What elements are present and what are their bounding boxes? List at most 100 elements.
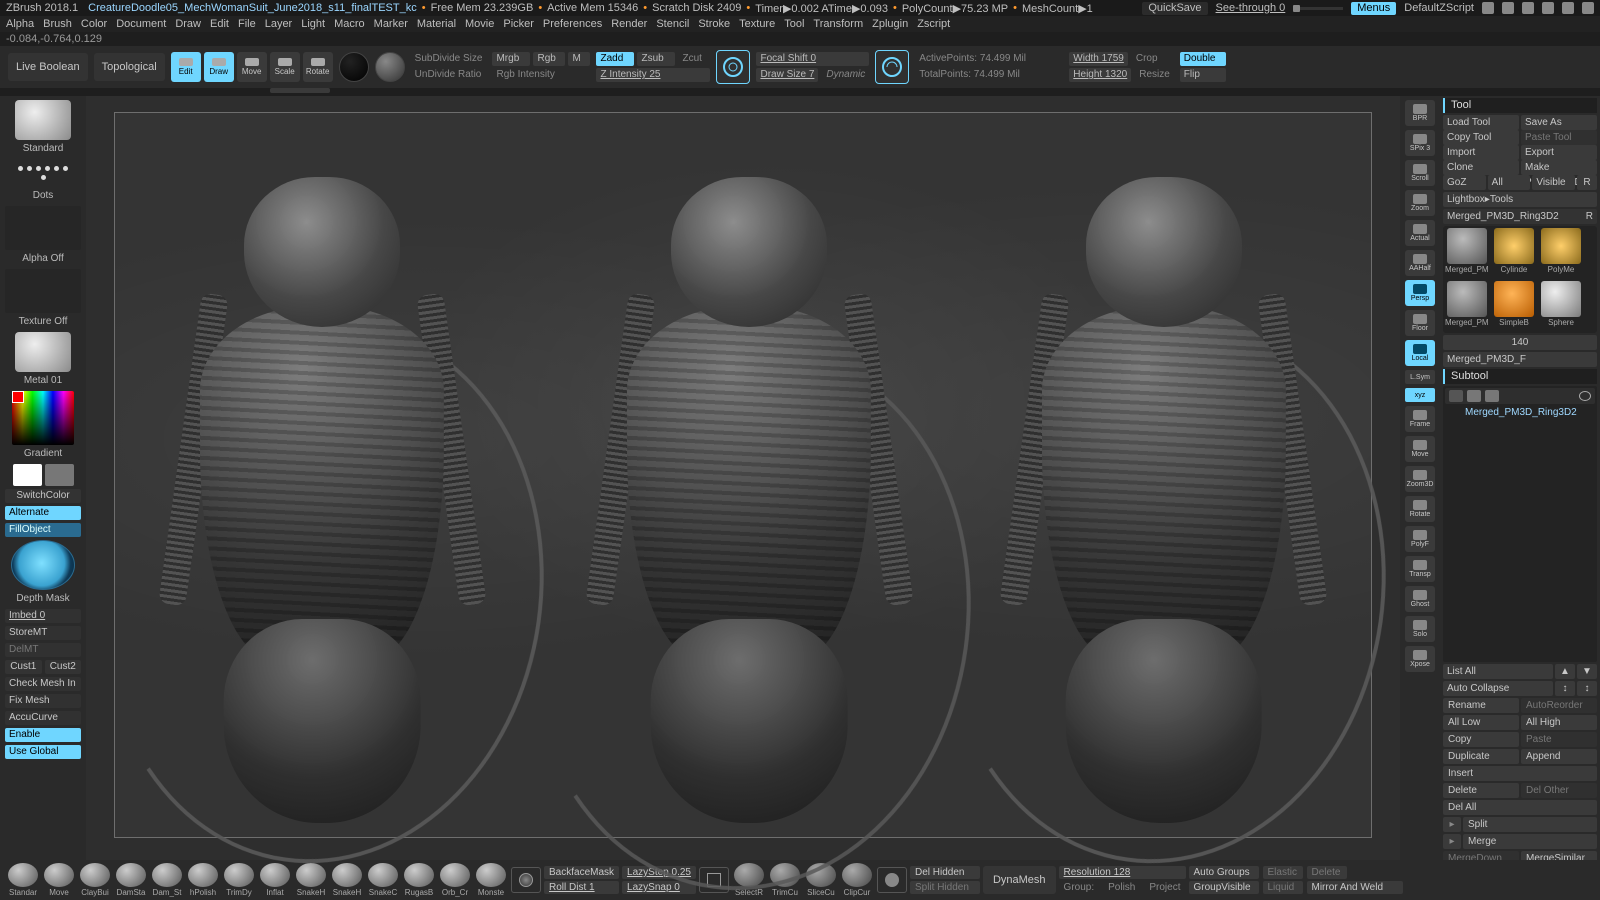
append-button[interactable]: Append <box>1521 749 1597 764</box>
menu-picker[interactable]: Picker <box>503 18 534 30</box>
subtool-mode-icon[interactable] <box>1467 390 1481 402</box>
duplicate-button[interactable]: Duplicate <box>1443 749 1519 764</box>
move-button[interactable]: Move <box>237 52 267 82</box>
menu-layer[interactable]: Layer <box>265 18 293 30</box>
rolldist-slider[interactable]: Roll Dist 1 <box>544 881 619 894</box>
menu-preferences[interactable]: Preferences <box>543 18 602 30</box>
texture-thumb[interactable] <box>5 269 81 313</box>
focal-shift[interactable]: Focal Shift 0 <box>756 52 869 66</box>
rshelf-zoom[interactable]: Zoom <box>1405 190 1435 216</box>
mirror-weld-button[interactable]: Mirror And Weld <box>1307 881 1403 894</box>
copy-button[interactable]: Copy <box>1443 732 1519 747</box>
fixmesh-button[interactable]: Fix Mesh <box>5 694 81 708</box>
rshelf-ghost[interactable]: Ghost <box>1405 586 1435 612</box>
palette-item[interactable]: Merged_PM3D. <box>1445 228 1489 278</box>
menu-alpha[interactable]: Alpha <box>6 18 34 30</box>
liquid-button[interactable]: Liquid <box>1263 881 1303 894</box>
autoreorder-button[interactable]: AutoReorder <box>1521 698 1597 713</box>
enable-button[interactable]: Enable <box>5 728 81 742</box>
alternate-button[interactable]: Alternate <box>5 506 81 520</box>
accucurve-button[interactable]: AccuCurve <box>5 711 81 725</box>
mrgb-button[interactable]: Mrgb <box>492 52 530 66</box>
brush-standar[interactable]: Standar <box>6 863 40 897</box>
dynamesh-gyro-icon[interactable] <box>875 50 909 84</box>
resize-button[interactable]: Resize <box>1135 68 1174 82</box>
canvas-width[interactable]: Width 1759 <box>1069 52 1128 66</box>
insert-button[interactable]: Insert <box>1443 766 1597 781</box>
useglobal-button[interactable]: Use Global <box>5 745 81 759</box>
listall-button[interactable]: List All <box>1443 664 1553 679</box>
rshelf-persp[interactable]: Persp <box>1405 280 1435 306</box>
copy-tool-button[interactable]: Copy Tool <box>1443 130 1519 145</box>
menu-file[interactable]: File <box>238 18 256 30</box>
split-section[interactable]: Split <box>1463 817 1597 832</box>
rshelf-xpose[interactable]: Xpose <box>1405 646 1435 672</box>
rshelf-lsym[interactable]: L.Sym <box>1405 370 1435 384</box>
shelf-scrollbar[interactable] <box>0 88 1600 96</box>
import-button[interactable]: Import <box>1443 145 1519 160</box>
dynamesh-button[interactable]: DynaMesh <box>983 866 1056 894</box>
rshelf-local[interactable]: Local <box>1405 340 1435 366</box>
rshelf-rotate[interactable]: Rotate <box>1405 496 1435 522</box>
expand-icon[interactable] <box>1443 834 1461 849</box>
menu-transform[interactable]: Transform <box>813 18 863 30</box>
depthmask-preview[interactable] <box>11 540 75 590</box>
current-tool-name[interactable]: Merged_PM3D_Ring3D2R <box>1443 209 1597 224</box>
material-preview-icon[interactable] <box>375 52 405 82</box>
visibility-eye-icon[interactable] <box>1579 391 1591 401</box>
brush-snakec[interactable]: SnakeC <box>366 863 400 897</box>
r-button[interactable]: R <box>1577 175 1597 190</box>
brush-move[interactable]: Move <box>42 863 76 897</box>
menu-draw[interactable]: Draw <box>175 18 201 30</box>
maximize-icon[interactable] <box>1562 2 1574 14</box>
close-icon[interactable] <box>1582 2 1594 14</box>
brush-snakeh[interactable]: SnakeH <box>330 863 364 897</box>
color-picker[interactable] <box>12 391 74 445</box>
menu-color[interactable]: Color <box>81 18 107 30</box>
draw-size[interactable]: Draw Size 7 <box>756 68 818 82</box>
checkmesh-button[interactable]: Check Mesh In <box>5 677 81 691</box>
menu-light[interactable]: Light <box>301 18 325 30</box>
polish-button[interactable]: Polish <box>1103 881 1140 894</box>
z-intensity[interactable]: Z Intensity 25 <box>596 68 710 82</box>
save-as-button[interactable]: Save As <box>1521 115 1597 130</box>
rshelf-solo[interactable]: Solo <box>1405 616 1435 642</box>
splithidden-button[interactable]: Split Hidden <box>910 881 980 894</box>
brush-inflat[interactable]: Inflat <box>258 863 292 897</box>
brush-hpolish[interactable]: hPolish <box>186 863 220 897</box>
autocollapse-button[interactable]: Auto Collapse <box>1443 681 1553 696</box>
rshelf-polyf[interactable]: PolyF <box>1405 526 1435 552</box>
edit-button[interactable]: Edit <box>171 52 201 82</box>
dynamic-toggle[interactable]: Dynamic <box>822 68 869 82</box>
rename-button[interactable]: Rename <box>1443 698 1519 713</box>
all-low-button[interactable]: All Low <box>1443 715 1519 730</box>
rshelf-bpr[interactable]: BPR <box>1405 100 1435 126</box>
brush-thumb[interactable] <box>15 100 71 140</box>
autogroups-button[interactable]: Auto Groups <box>1189 866 1259 879</box>
lock-icon[interactable] <box>1522 2 1534 14</box>
brush-claybui[interactable]: ClayBui <box>78 863 112 897</box>
mergedown-button[interactable]: MergeDown <box>1443 851 1519 860</box>
brush-damsta[interactable]: DamSta <box>114 863 148 897</box>
project-button[interactable]: Project <box>1144 881 1185 894</box>
menu-material[interactable]: Material <box>417 18 456 30</box>
quicksave-button[interactable]: QuickSave <box>1142 2 1207 15</box>
menu-texture[interactable]: Texture <box>739 18 775 30</box>
color-swatches[interactable] <box>13 464 74 486</box>
crop-button[interactable]: Crop <box>1132 52 1168 66</box>
make-polymesh3d-button[interactable]: Make PolyMesh3D <box>1521 160 1597 175</box>
flip-button[interactable]: Flip <box>1180 68 1226 82</box>
rshelf-zoom3d[interactable]: Zoom3D <box>1405 466 1435 492</box>
load-tool-button[interactable]: Load Tool <box>1443 115 1519 130</box>
brush-monste[interactable]: Monste <box>474 863 508 897</box>
brush-dam_st[interactable]: Dam_St <box>150 863 184 897</box>
paste-button[interactable]: Paste <box>1521 732 1597 747</box>
stroke-thumb[interactable] <box>15 159 71 187</box>
draw-button[interactable]: Draw <box>204 52 234 82</box>
lightbox-tools[interactable]: Lightbox▸Tools <box>1443 192 1597 207</box>
fillobject-button[interactable]: FillObject <box>5 523 81 537</box>
menu-zplugin[interactable]: Zplugin <box>872 18 908 30</box>
rshelf-spix3[interactable]: SPix 3 <box>1405 130 1435 156</box>
menu-edit[interactable]: Edit <box>210 18 229 30</box>
move-down-icon[interactable]: ↕ <box>1577 681 1597 696</box>
